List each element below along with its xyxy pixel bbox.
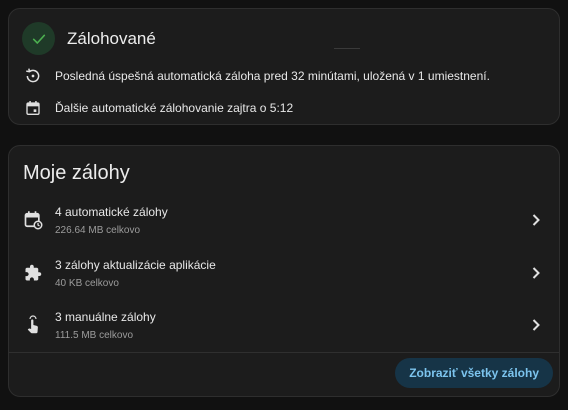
status-indicator: [22, 22, 55, 55]
last-backup-text: Posledná úspešná automatická záloha pred…: [55, 69, 490, 83]
backup-type-label: 3 manuálne zálohy: [55, 310, 156, 324]
gesture-tap-icon: [23, 314, 43, 336]
show-all-backups-button[interactable]: Zobraziť všetky zálohy: [395, 358, 553, 388]
calendar-sync-icon: [23, 209, 43, 231]
chevron-right-icon: [532, 319, 540, 331]
backup-type-label: 3 zálohy aktualizácie aplikácie: [55, 258, 216, 272]
chevron-right-icon: [532, 214, 540, 226]
backup-status-card: Zálohované Posledná úspešná automatická …: [8, 8, 560, 125]
calendar-icon: [23, 98, 43, 118]
chevron-right-icon: [532, 267, 540, 279]
backup-size: 40 KB celkovo: [55, 278, 119, 289]
backup-size: 111.5 MB celkovo: [55, 330, 134, 341]
app-update-backups-row[interactable]: 3 zálohy aktualizácie aplikácie 40 KB ce…: [9, 250, 559, 300]
status-title: Zálohované: [67, 28, 156, 48]
section-title: Moje zálohy: [23, 162, 130, 184]
my-backups-card: Moje zálohy 4 automatické zálohy 226.64 …: [8, 145, 560, 397]
status-header: Zálohované: [22, 22, 156, 55]
backup-type-label: 4 automatické zálohy: [55, 205, 168, 219]
history-icon: [23, 66, 43, 86]
check-icon: [32, 34, 45, 44]
divider: [334, 48, 360, 49]
footer-divider: [9, 352, 559, 353]
puzzle-icon: [23, 262, 43, 284]
last-backup-row: Posledná úspešná automatická záloha pred…: [23, 66, 490, 86]
next-backup-row: Ďalšie automatické zálohovanie zajtra o …: [23, 98, 293, 118]
backup-size: 226.64 MB celkovo: [55, 225, 141, 236]
next-backup-text: Ďalšie automatické zálohovanie zajtra o …: [55, 101, 294, 115]
manual-backups-row[interactable]: 3 manuálne zálohy 111.5 MB celkovo: [9, 302, 559, 352]
automatic-backups-row[interactable]: 4 automatické zálohy 226.64 MB celkovo: [9, 197, 559, 247]
